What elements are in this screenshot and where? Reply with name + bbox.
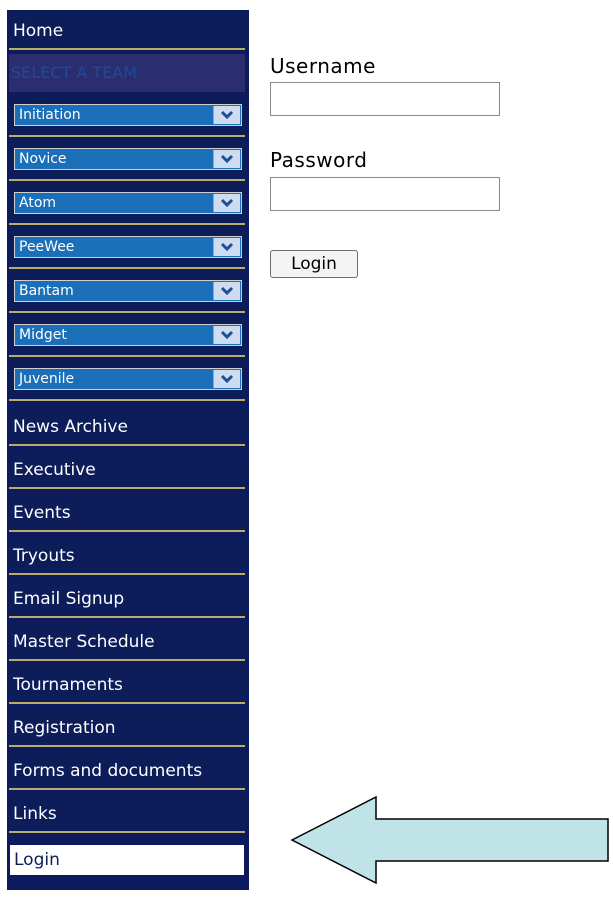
team-select-peewee[interactable]: PeeWee xyxy=(14,236,242,258)
sidebar-item-tournaments[interactable]: Tournaments xyxy=(9,666,245,704)
team-row: Juvenile xyxy=(9,358,245,401)
sidebar-item-registration[interactable]: Registration xyxy=(9,709,245,747)
team-select-novice[interactable]: Novice xyxy=(14,148,242,170)
team-row: Novice xyxy=(9,138,245,181)
chevron-down-icon[interactable] xyxy=(213,194,240,212)
sidebar-item-links[interactable]: Links xyxy=(9,795,245,833)
team-select-initiation[interactable]: Initiation xyxy=(14,104,242,126)
password-label: Password xyxy=(270,148,368,172)
sidebar-item-events[interactable]: Events xyxy=(9,494,245,532)
team-select-label: Juvenile xyxy=(19,371,75,387)
select-team-header: SELECT A TEAM xyxy=(9,54,245,92)
chevron-down-icon[interactable] xyxy=(213,238,240,256)
team-select-label: Novice xyxy=(19,151,67,167)
sidebar-item-tryouts[interactable]: Tryouts xyxy=(9,537,245,575)
team-select-midget[interactable]: Midget xyxy=(14,324,242,346)
team-row: Initiation xyxy=(9,94,245,137)
team-select-label: Bantam xyxy=(19,283,74,299)
sidebar-item-login[interactable]: Login xyxy=(9,844,245,876)
team-select-label: Initiation xyxy=(19,107,81,123)
chevron-down-icon[interactable] xyxy=(213,282,240,300)
sidebar-item-executive[interactable]: Executive xyxy=(9,451,245,489)
team-row: Atom xyxy=(9,182,245,225)
team-row: PeeWee xyxy=(9,226,245,269)
username-label: Username xyxy=(270,54,376,78)
sidebar-item-forms-and-documents[interactable]: Forms and documents xyxy=(9,752,245,790)
login-button[interactable]: Login xyxy=(270,250,358,278)
chevron-down-icon[interactable] xyxy=(213,370,240,388)
team-row: Midget xyxy=(9,314,245,357)
left-arrow-icon xyxy=(290,795,609,885)
password-field[interactable] xyxy=(270,177,500,211)
team-row: Bantam xyxy=(9,270,245,313)
sidebar-item-home[interactable]: Home xyxy=(9,12,245,50)
sidebar-item-master-schedule[interactable]: Master Schedule xyxy=(9,623,245,661)
sidebar-item-email-signup[interactable]: Email Signup xyxy=(9,580,245,618)
team-select-label: PeeWee xyxy=(19,239,75,255)
chevron-down-icon[interactable] xyxy=(213,326,240,344)
team-select-bantam[interactable]: Bantam xyxy=(14,280,242,302)
sidebar: Home SELECT A TEAM Initiation Novice Ato… xyxy=(7,10,249,890)
team-select-juvenile[interactable]: Juvenile xyxy=(14,368,242,390)
chevron-down-icon[interactable] xyxy=(213,150,240,168)
team-select-label: Midget xyxy=(19,327,67,343)
username-field[interactable] xyxy=(270,82,500,116)
sidebar-item-news-archive[interactable]: News Archive xyxy=(9,408,245,446)
chevron-down-icon[interactable] xyxy=(213,106,240,124)
team-select-atom[interactable]: Atom xyxy=(14,192,242,214)
team-select-label: Atom xyxy=(19,195,57,211)
